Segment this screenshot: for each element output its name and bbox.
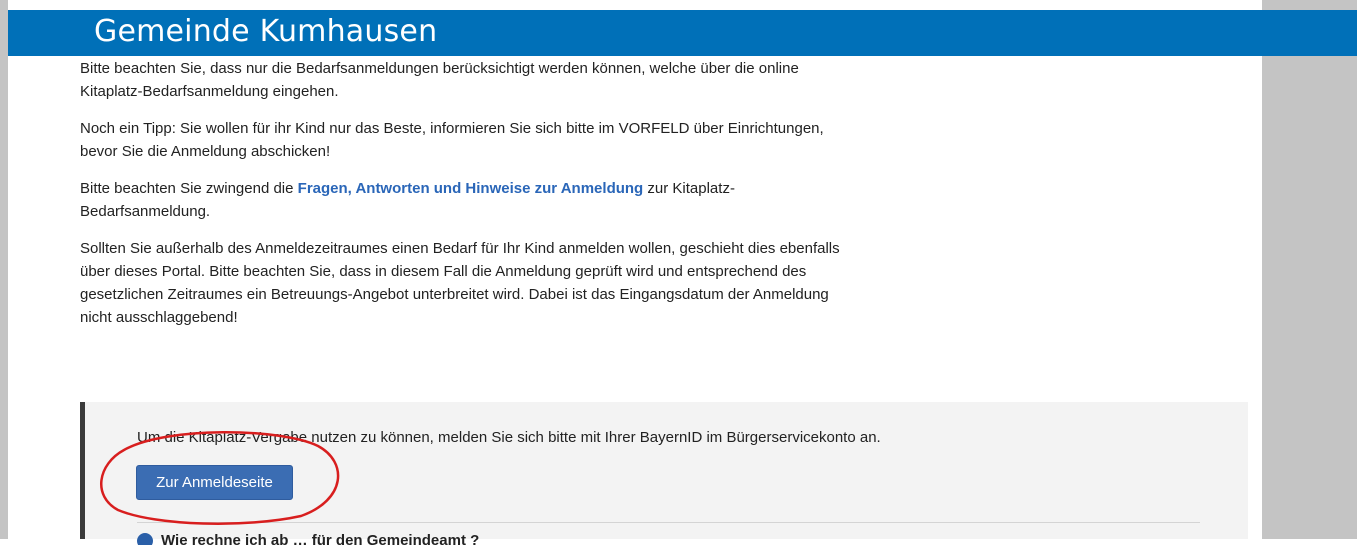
faq-link[interactable]: Fragen, Antworten und Hinweise zur Anmel…	[298, 180, 644, 197]
section-divider	[137, 522, 1200, 523]
site-header: Gemeinde Kumhausen	[8, 10, 1357, 56]
info-paragraph-late-registration: Sollten Sie außerhalb des Anmeldezeitrau…	[80, 240, 840, 326]
info-paragraph-tip: Noch ein Tipp: Sie wollen für ihr Kind n…	[80, 120, 824, 160]
login-callout-box: Um die Kitaplatz-Vergabe nutzen zu könne…	[80, 402, 1248, 545]
login-message: Um die Kitaplatz-Vergabe nutzen zu könne…	[137, 429, 881, 446]
faq-accordion-item-cut-off[interactable]: Wie rechne ich ab … für den Gemeindeamt …	[137, 533, 479, 545]
info-paragraph-faq: Bitte beachten Sie zwingend die Fragen, …	[80, 177, 840, 223]
faq-accordion-heading: Wie rechne ich ab … für den Gemeindeamt …	[161, 533, 480, 545]
site-title: Gemeinde Kumhausen	[94, 14, 438, 49]
login-page-button[interactable]: Zur Anmeldeseite	[136, 465, 293, 500]
main-content: Bitte beachten Sie, dass nur die Bedarfs…	[80, 57, 840, 343]
page-side-gutter-right	[1262, 0, 1357, 539]
page-side-gutter-left	[0, 0, 8, 539]
faq-text-before: Bitte beachten Sie zwingend die	[80, 180, 298, 197]
info-paragraph-deadline: Bitte beachten Sie, dass nur die Bedarfs…	[80, 60, 799, 100]
info-circle-icon	[137, 533, 153, 545]
